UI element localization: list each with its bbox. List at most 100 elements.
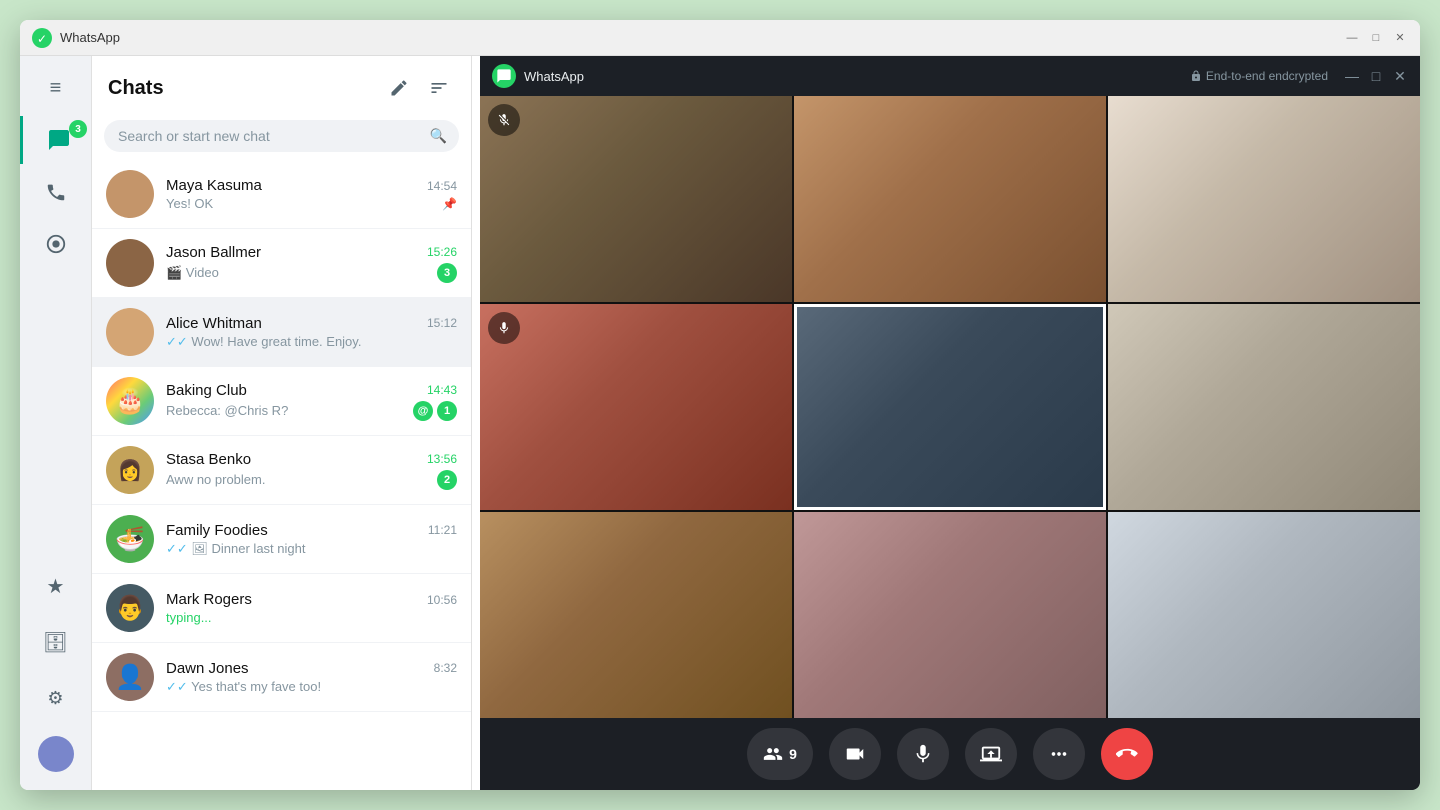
sidebar-item-menu[interactable]: ≡ bbox=[32, 64, 80, 112]
video-grid bbox=[480, 96, 1420, 718]
chat-item-baking[interactable]: 🎂 Baking Club 14:43 Rebecca: @Chris R? @… bbox=[92, 367, 471, 436]
video-cell-7 bbox=[480, 512, 792, 718]
sidebar-bottom: ★ 🗄 ⚙ bbox=[32, 562, 80, 782]
video-minimize-button[interactable]: — bbox=[1344, 68, 1360, 84]
chat-preview-mark: typing... bbox=[166, 610, 457, 625]
chat-preview-alice: ✓✓ Wow! Have great time. Enjoy. bbox=[166, 334, 457, 350]
chat-item-mark[interactable]: 👨 Mark Rogers 10:56 typing... bbox=[92, 574, 471, 643]
video-cell-1 bbox=[480, 96, 792, 302]
chat-info-maya: Maya Kasuma 14:54 Yes! OK 📌 bbox=[166, 177, 457, 211]
chat-item-family[interactable]: 🍜 Family Foodies 11:21 ✓✓ 🖼 Dinner last … bbox=[92, 505, 471, 574]
chat-time-jason: 15:26 bbox=[427, 245, 457, 259]
video-cell-4 bbox=[480, 304, 792, 510]
chats-badge: 3 bbox=[69, 120, 87, 138]
video-call-window: WhatsApp End-to-end endcrypted — □ ✕ bbox=[480, 56, 1420, 790]
main-title: WhatsApp bbox=[60, 30, 1344, 45]
chat-info-alice: Alice Whitman 15:12 ✓✓ Wow! Have great t… bbox=[166, 315, 457, 350]
participants-count: 9 bbox=[789, 746, 797, 762]
video-cell-3 bbox=[1108, 96, 1420, 302]
avatar-jason bbox=[106, 239, 154, 287]
chat-info-baking: Baking Club 14:43 Rebecca: @Chris R? @ 1 bbox=[166, 382, 457, 421]
chat-info-mark: Mark Rogers 10:56 typing... bbox=[166, 591, 457, 625]
chat-name-baking: Baking Club bbox=[166, 382, 247, 399]
new-chat-button[interactable] bbox=[383, 72, 415, 104]
avatar-stasa: 👩 bbox=[106, 446, 154, 494]
chat-preview-maya: Yes! OK bbox=[166, 196, 442, 211]
sidebar-item-profile[interactable] bbox=[32, 730, 80, 778]
mic-button[interactable] bbox=[897, 728, 949, 780]
sidebar: ≡ 3 ★ 🗄 ⚙ bbox=[20, 56, 92, 790]
chat-info-jason: Jason Ballmer 15:26 🎬 Video 3 bbox=[166, 244, 457, 283]
end-call-button[interactable] bbox=[1101, 728, 1153, 780]
screen-share-button[interactable] bbox=[965, 728, 1017, 780]
main-content: ≡ 3 ★ 🗄 ⚙ Chats bbox=[20, 56, 1420, 790]
chat-name-stasa: Stasa Benko bbox=[166, 451, 251, 468]
mic-muted-icon-1 bbox=[488, 104, 520, 136]
video-app-title: WhatsApp bbox=[524, 69, 1190, 84]
unread-badge-stasa: 2 bbox=[437, 470, 457, 490]
svg-text:✓: ✓ bbox=[37, 32, 47, 46]
chat-preview-family: ✓✓ 🖼 Dinner last night bbox=[166, 541, 457, 557]
chat-preview-jason: 🎬 Video bbox=[166, 265, 433, 281]
search-box: 🔍 bbox=[104, 120, 459, 152]
chat-preview-dawn: ✓✓ Yes that's my fave too! bbox=[166, 679, 457, 695]
window-controls: — □ ✕ bbox=[1344, 30, 1408, 46]
avatar-baking: 🎂 bbox=[106, 377, 154, 425]
sidebar-item-starred[interactable]: ★ bbox=[32, 562, 80, 610]
camera-button[interactable] bbox=[829, 728, 881, 780]
chat-panel-actions bbox=[383, 72, 455, 104]
chat-item-stasa[interactable]: 👩 Stasa Benko 13:56 Aww no problem. 2 bbox=[92, 436, 471, 505]
chat-list: Maya Kasuma 14:54 Yes! OK 📌 Ja bbox=[92, 160, 471, 790]
encryption-label: End-to-end endcrypted bbox=[1190, 69, 1328, 83]
unread-badge-jason: 3 bbox=[437, 263, 457, 283]
chat-time-maya: 14:54 bbox=[427, 179, 457, 193]
video-cell-2 bbox=[794, 96, 1106, 302]
chat-name-alice: Alice Whitman bbox=[166, 315, 262, 332]
sidebar-item-status[interactable] bbox=[32, 220, 80, 268]
sidebar-item-archive[interactable]: 🗄 bbox=[32, 618, 80, 666]
video-maximize-button[interactable]: □ bbox=[1368, 68, 1384, 84]
chat-item-dawn[interactable]: 👤 Dawn Jones 8:32 ✓✓ Yes that's my fave … bbox=[92, 643, 471, 712]
maximize-button[interactable]: □ bbox=[1368, 30, 1384, 46]
video-close-button[interactable]: ✕ bbox=[1392, 68, 1408, 84]
chat-name-dawn: Dawn Jones bbox=[166, 660, 249, 677]
sidebar-item-chats[interactable]: 3 bbox=[20, 116, 91, 164]
chat-item-jason[interactable]: Jason Ballmer 15:26 🎬 Video 3 bbox=[92, 229, 471, 298]
chat-panel: Chats 🔍 bbox=[92, 56, 472, 790]
sidebar-item-calls[interactable] bbox=[32, 168, 80, 216]
chat-time-mark: 10:56 bbox=[427, 593, 457, 607]
search-input[interactable] bbox=[104, 120, 459, 152]
call-controls: 9 bbox=[480, 718, 1420, 790]
chat-preview-baking: Rebecca: @Chris R? bbox=[166, 403, 409, 418]
unread-badge-baking: 1 bbox=[437, 401, 457, 421]
chat-panel-header: Chats bbox=[92, 56, 471, 112]
filter-button[interactable] bbox=[423, 72, 455, 104]
chat-name-mark: Mark Rogers bbox=[166, 591, 252, 608]
chat-info-stasa: Stasa Benko 13:56 Aww no problem. 2 bbox=[166, 451, 457, 490]
app-logo-icon: ✓ bbox=[32, 28, 52, 48]
chat-name-family: Family Foodies bbox=[166, 522, 268, 539]
mic-muted-icon-4 bbox=[488, 312, 520, 344]
chats-title: Chats bbox=[108, 77, 164, 100]
participants-button[interactable]: 9 bbox=[747, 728, 813, 780]
chat-time-baking: 14:43 bbox=[427, 383, 457, 397]
chat-time-alice: 15:12 bbox=[427, 316, 457, 330]
more-options-button[interactable] bbox=[1033, 728, 1085, 780]
main-title-bar: ✓ WhatsApp — □ ✕ bbox=[20, 20, 1420, 56]
avatar-family: 🍜 bbox=[106, 515, 154, 563]
video-window-controls: — □ ✕ bbox=[1344, 68, 1408, 84]
video-cell-8 bbox=[794, 512, 1106, 718]
close-button[interactable]: ✕ bbox=[1392, 30, 1408, 46]
encryption-text: End-to-end endcrypted bbox=[1206, 69, 1328, 83]
avatar-maya bbox=[106, 170, 154, 218]
search-icon: 🔍 bbox=[430, 128, 447, 145]
minimize-button[interactable]: — bbox=[1344, 30, 1360, 46]
chat-info-family: Family Foodies 11:21 ✓✓ 🖼 Dinner last ni… bbox=[166, 522, 457, 557]
chat-item-alice[interactable]: Alice Whitman 15:12 ✓✓ Wow! Have great t… bbox=[92, 298, 471, 367]
avatar-mark: 👨 bbox=[106, 584, 154, 632]
chat-item-maya[interactable]: Maya Kasuma 14:54 Yes! OK 📌 bbox=[92, 160, 471, 229]
video-app-logo bbox=[492, 64, 516, 88]
chat-preview-stasa: Aww no problem. bbox=[166, 472, 433, 487]
avatar-alice bbox=[106, 308, 154, 356]
sidebar-item-settings[interactable]: ⚙ bbox=[32, 674, 80, 722]
